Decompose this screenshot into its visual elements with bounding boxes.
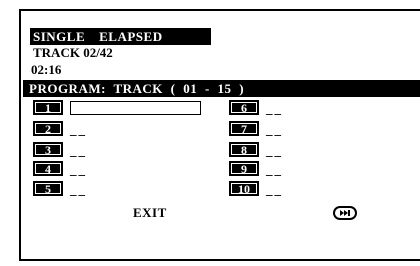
elapsed-time: 02:16 <box>31 62 62 77</box>
slot-entry-field[interactable] <box>70 101 201 115</box>
slot-number: 9 <box>229 161 259 176</box>
skip-play-icon[interactable] <box>333 206 357 220</box>
time-mode-label: ELAPSED <box>99 29 163 44</box>
slot-number: 5 <box>33 181 63 196</box>
slot-number: 3 <box>33 142 63 157</box>
exit-button[interactable]: EXIT <box>133 205 167 221</box>
slot-entry-field[interactable]: __ <box>70 144 87 157</box>
slot-number: 4 <box>33 161 63 176</box>
slot-number: 10 <box>229 181 259 196</box>
slot-number: 7 <box>229 121 259 136</box>
playback-mode-bar: SINGLE ELAPSED <box>30 28 211 45</box>
slot-entry-field[interactable]: __ <box>266 183 283 196</box>
repeat-mode-label: SINGLE <box>33 29 86 44</box>
track-indicator: TRACK 02/42 <box>33 45 113 60</box>
slot-entry-field[interactable]: __ <box>266 123 283 136</box>
slot-entry-field[interactable]: __ <box>266 102 283 115</box>
slot-entry-field[interactable]: __ <box>266 163 283 176</box>
slot-entry-field[interactable]: __ <box>70 163 87 176</box>
program-title-bar: PROGRAM: TRACK ( 01 - 15 ) <box>23 80 420 97</box>
slot-entry-field[interactable]: __ <box>266 144 283 157</box>
slot-entry-field[interactable]: __ <box>70 123 87 136</box>
slot-number: 2 <box>33 121 63 136</box>
slot-number: 6 <box>229 100 259 115</box>
slot-entry-field[interactable]: __ <box>70 183 87 196</box>
slot-number: 1 <box>33 100 63 115</box>
slot-number: 8 <box>229 142 259 157</box>
